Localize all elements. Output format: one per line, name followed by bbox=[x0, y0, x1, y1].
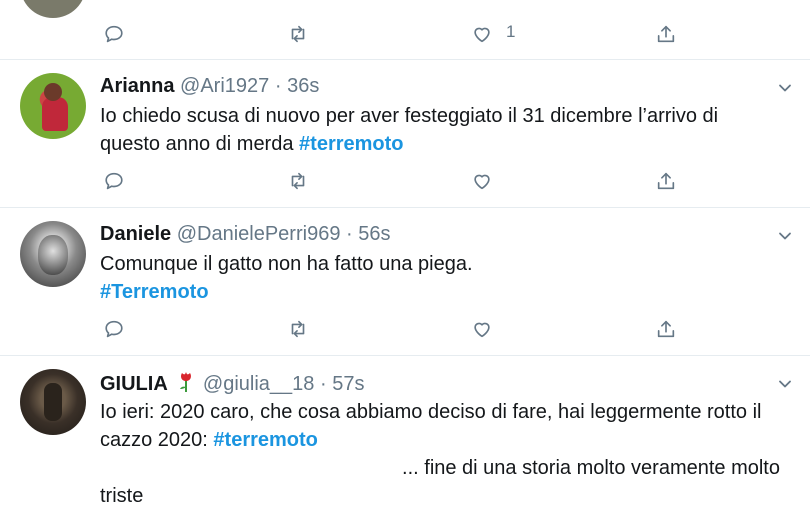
tweet-actions bbox=[100, 315, 700, 343]
user-handle[interactable]: @giulia__18 bbox=[203, 373, 315, 395]
separator-dot: · bbox=[274, 75, 282, 97]
user-handle[interactable]: @DanielePerri969 bbox=[177, 223, 341, 245]
hashtag-link[interactable]: #Terremoto bbox=[100, 278, 780, 306]
like-icon[interactable] bbox=[468, 167, 496, 195]
chevron-down-icon[interactable] bbox=[778, 377, 792, 391]
user-handle[interactable]: @Ari1927 bbox=[180, 75, 269, 97]
retweet-icon[interactable] bbox=[284, 315, 312, 343]
retweet-icon[interactable] bbox=[284, 20, 312, 48]
display-name[interactable]: GIULIA bbox=[100, 373, 168, 395]
separator-dot: · bbox=[319, 373, 327, 395]
reply-icon[interactable] bbox=[100, 20, 128, 48]
avatar[interactable] bbox=[20, 0, 86, 18]
avatar[interactable] bbox=[20, 369, 86, 435]
tweet-1[interactable]: Arianna @Ari1927 · 36s Io chiedo scusa d… bbox=[0, 59, 810, 208]
tweet-text: Io chiedo scusa di nuovo per aver festeg… bbox=[100, 102, 780, 158]
tweet-header: Arianna @Ari1927 · 36s bbox=[100, 75, 319, 98]
tweet-text: Comunque il gatto non ha fatto una piega… bbox=[100, 250, 780, 306]
timestamp[interactable]: 57s bbox=[332, 373, 364, 395]
timestamp[interactable]: 56s bbox=[358, 223, 390, 245]
tweet-text-content: Comunque il gatto non ha fatto una piega… bbox=[100, 253, 473, 275]
tweet-text-continued: ... fine di una storia molto veramente m… bbox=[402, 457, 780, 479]
avatar[interactable] bbox=[20, 73, 86, 139]
tweet-actions: 1 bbox=[100, 20, 700, 48]
tweet-text-content: Io ieri: 2020 caro, che cosa abbiamo dec… bbox=[100, 401, 762, 451]
share-icon[interactable] bbox=[652, 167, 680, 195]
display-name[interactable]: Daniele bbox=[100, 223, 171, 245]
hashtag-link[interactable]: #terremoto bbox=[299, 133, 403, 155]
chevron-down-icon[interactable] bbox=[778, 81, 792, 95]
tweet-3[interactable]: GIULIA @giulia__18 · 57s Io ieri: 2020 c… bbox=[0, 355, 810, 507]
retweet-icon[interactable] bbox=[284, 167, 312, 195]
avatar[interactable] bbox=[20, 221, 86, 287]
tweet-text: Io ieri: 2020 caro, che cosa abbiamo dec… bbox=[100, 398, 780, 510]
tweet-header: GIULIA @giulia__18 · 57s bbox=[100, 371, 364, 396]
tweet-text-final: triste bbox=[100, 485, 144, 507]
like-icon[interactable] bbox=[468, 20, 496, 48]
tweet-header: Daniele @DanielePerri969 · 56s bbox=[100, 223, 391, 246]
timestamp[interactable]: 36s bbox=[287, 75, 319, 97]
like-count: 1 bbox=[506, 22, 516, 41]
chevron-down-icon[interactable] bbox=[778, 229, 792, 243]
like-icon[interactable] bbox=[468, 315, 496, 343]
tweet-actions bbox=[100, 167, 700, 195]
separator-dot: · bbox=[346, 223, 353, 245]
share-icon[interactable] bbox=[652, 315, 680, 343]
share-icon[interactable] bbox=[652, 20, 680, 48]
reply-icon[interactable] bbox=[100, 167, 128, 195]
display-name[interactable]: Arianna bbox=[100, 75, 174, 97]
tweet-text-content: Io chiedo scusa di nuovo per aver festeg… bbox=[100, 105, 719, 155]
reply-icon[interactable] bbox=[100, 315, 128, 343]
hashtag-link[interactable]: #terremoto bbox=[213, 429, 317, 451]
tweet-0[interactable]: 1 bbox=[0, 0, 810, 60]
tweet-2[interactable]: Daniele @DanielePerri969 · 56s Comunque … bbox=[0, 207, 810, 356]
rose-icon bbox=[180, 372, 192, 392]
